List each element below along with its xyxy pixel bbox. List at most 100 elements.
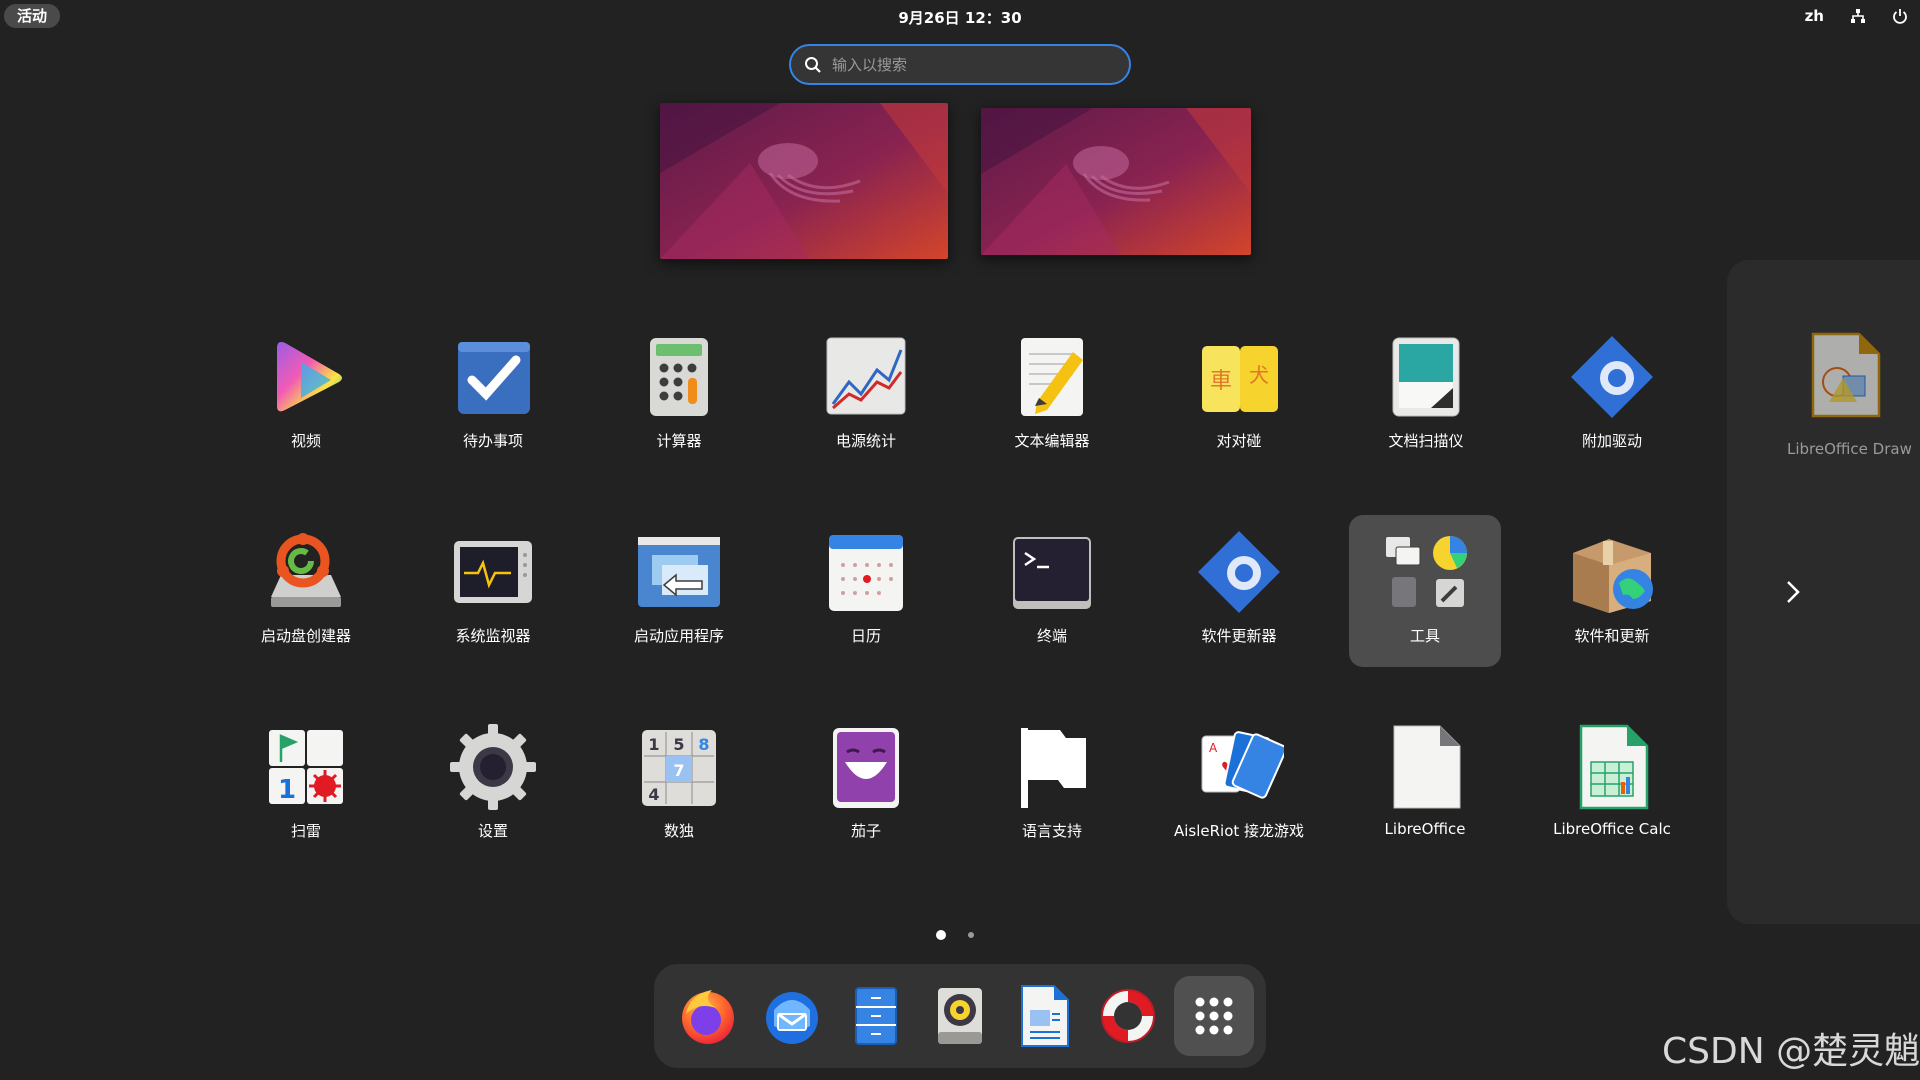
app-aisleriot[interactable]: A♥ AisleRiot 接龙游戏: [1163, 702, 1315, 854]
libreoffice-icon: [1380, 722, 1470, 812]
app-label: 启动应用程序: [633, 627, 724, 645]
svg-text:8: 8: [698, 735, 709, 754]
app-power-statistics[interactable]: 电源统计: [790, 312, 942, 464]
clock[interactable]: 9月26日 12：30: [898, 9, 1021, 27]
firefox-icon: [682, 990, 734, 1044]
search-input[interactable]: [832, 55, 1112, 74]
app-label: 文本编辑器: [1014, 432, 1090, 450]
app-startup-disk-creator[interactable]: 启动盘创建器: [230, 507, 382, 659]
text-editor-icon: [1007, 332, 1097, 422]
app-label: 电源统计: [835, 432, 896, 450]
app-videos[interactable]: 视频: [230, 312, 382, 464]
app-mines[interactable]: 1 扫雷: [230, 702, 382, 854]
calendar-icon: [821, 527, 911, 617]
app-settings[interactable]: 设置: [417, 702, 569, 854]
rhythmbox-icon: [938, 988, 982, 1044]
clock-area: 9月26日 12：30: [0, 7, 1920, 28]
app-label: 语言支持: [1021, 822, 1082, 840]
dock-rhythmbox[interactable]: [920, 976, 1000, 1056]
calculator-icon: [634, 332, 724, 422]
app-label: 对对碰: [1216, 432, 1262, 450]
videos-icon: [261, 332, 351, 422]
app-sudoku[interactable]: 15874 数独: [603, 702, 755, 854]
dock-firefox[interactable]: [668, 976, 748, 1056]
page-dot-2[interactable]: [968, 932, 974, 938]
app-document-scanner[interactable]: 文档扫描仪: [1350, 312, 1502, 464]
app-label: 附加驱动: [1581, 432, 1642, 450]
app-label: 数独: [663, 822, 694, 840]
app-libreoffice[interactable]: LibreOffice: [1349, 702, 1501, 854]
app-label: 待办事项: [462, 432, 523, 450]
libreoffice-writer-icon: [1021, 985, 1069, 1047]
power-statistics-icon: [821, 332, 911, 422]
dock-files[interactable]: [836, 976, 916, 1056]
svg-text:1: 1: [648, 735, 659, 754]
app-cheese[interactable]: 茄子: [790, 702, 942, 854]
dock-show-apps[interactable]: [1174, 976, 1254, 1056]
power-icon[interactable]: [1892, 8, 1908, 24]
page-dot-1[interactable]: [936, 930, 946, 940]
svg-text:犬: 犬: [1249, 363, 1269, 387]
app-terminal[interactable]: 终端: [976, 507, 1128, 659]
search-icon: [805, 56, 821, 73]
app-label: LibreOffice Calc: [1553, 820, 1671, 838]
input-method-indicator[interactable]: zh: [1805, 7, 1824, 25]
svg-text:車: 車: [1210, 369, 1232, 394]
app-label: 文档扫描仪: [1388, 432, 1464, 450]
app-system-monitor[interactable]: 系统监视器: [417, 507, 569, 659]
next-page-peek[interactable]: LibreOffice Draw: [1727, 260, 1920, 924]
app-label: 计算器: [656, 432, 702, 450]
activities-button[interactable]: 活动: [4, 4, 61, 28]
startup-disk-creator-icon: [261, 527, 351, 617]
search-box[interactable]: [789, 44, 1131, 85]
app-libreoffice-calc[interactable]: LibreOffice Calc: [1536, 702, 1688, 854]
app-label: 日历: [850, 627, 881, 645]
app-calendar[interactable]: 日历: [790, 507, 942, 659]
software-properties-icon: [1567, 527, 1657, 617]
app-startup-applications[interactable]: 启动应用程序: [603, 507, 755, 659]
app-text-editor[interactable]: 文本编辑器: [976, 312, 1128, 464]
network-wired-icon[interactable]: [1850, 8, 1866, 24]
app-software-properties[interactable]: 软件和更新: [1536, 507, 1688, 659]
top-bar: 活动 9月26日 12：30 zh: [0, 0, 1920, 33]
dock-libreoffice-writer[interactable]: [1004, 976, 1084, 1056]
workspace-thumbnail-2[interactable]: [981, 108, 1251, 255]
additional-drivers-icon: [1567, 332, 1657, 422]
software-updater-icon: [1194, 527, 1284, 617]
chevron-right-icon[interactable]: [1778, 576, 1806, 608]
app-label: AisleRiot 接龙游戏: [1173, 822, 1305, 840]
svg-text:1: 1: [278, 775, 296, 805]
app-additional-drivers[interactable]: 附加驱动: [1536, 312, 1688, 464]
app-label: 启动盘创建器: [260, 627, 351, 645]
app-label: 工具: [1409, 627, 1440, 645]
svg-text:4: 4: [648, 785, 659, 804]
app-label: 茄子: [850, 822, 881, 840]
thunderbird-icon: [766, 992, 818, 1044]
terminal-icon: [1007, 527, 1097, 617]
workspace-thumbnail-1[interactable]: [660, 103, 948, 259]
aisleriot-cards-icon: A♥: [1194, 722, 1284, 812]
app-software-updater[interactable]: 软件更新器: [1163, 507, 1315, 659]
app-label: 扫雷: [290, 822, 321, 840]
app-label: 软件更新器: [1201, 627, 1277, 645]
dock-help[interactable]: [1088, 976, 1168, 1056]
app-mahjongg[interactable]: 車犬 对对碰: [1163, 312, 1315, 464]
mahjongg-icon: 車犬: [1194, 332, 1284, 422]
dock-thunderbird[interactable]: [752, 976, 832, 1056]
app-label: 终端: [1036, 627, 1067, 645]
system-monitor-icon: [448, 527, 538, 617]
todo-icon: [448, 332, 538, 422]
app-utilities-folder[interactable]: 工具: [1349, 515, 1501, 667]
sudoku-icon: 15874: [634, 722, 724, 812]
app-todo[interactable]: 待办事项: [417, 312, 569, 464]
app-language-support[interactable]: 语言支持: [976, 702, 1128, 854]
cheese-icon: [821, 722, 911, 812]
app-calculator[interactable]: 计算器: [603, 312, 755, 464]
system-tray: zh: [1805, 5, 1908, 27]
peek-app-label: LibreOffice Draw: [1787, 440, 1912, 458]
libreoffice-draw-icon: [1799, 330, 1889, 420]
dock: [654, 964, 1266, 1068]
svg-text:5: 5: [673, 735, 684, 754]
libreoffice-calc-icon: [1567, 722, 1657, 812]
document-scanner-icon: [1381, 332, 1471, 422]
